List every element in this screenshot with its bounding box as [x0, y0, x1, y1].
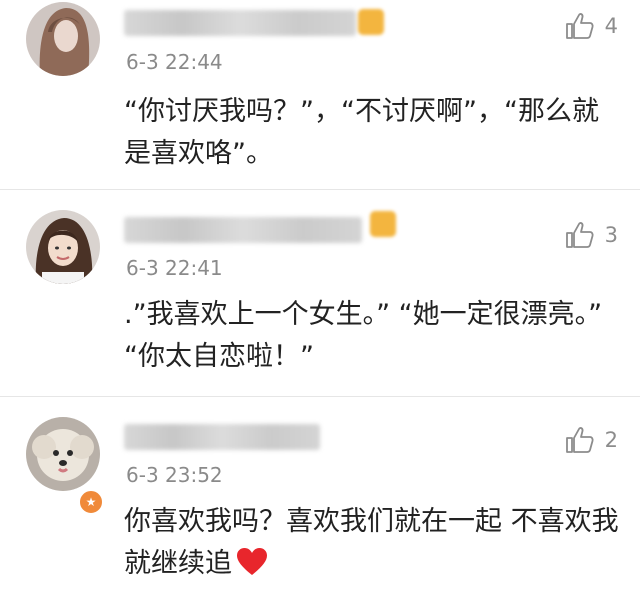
thumbs-up-icon	[565, 13, 594, 39]
vip-crown-icon	[358, 9, 384, 35]
username-blurred[interactable]	[124, 217, 362, 243]
like-button[interactable]: 2	[565, 426, 618, 454]
comment-item: 6-3 22:44 4 “你讨厌我吗？”，“不讨厌啊”，“那么就是喜欢咯”。	[0, 0, 640, 189]
comment-text-body: 你喜欢我吗？喜欢我们就在一起 不喜欢我就继续追	[124, 506, 619, 579]
like-button[interactable]: 4	[565, 12, 618, 40]
comment-timestamp: 6-3 23:52	[126, 463, 223, 487]
like-button[interactable]: 3	[565, 221, 618, 249]
thumbs-up-icon	[565, 222, 594, 248]
comment-text: .”我喜欢上一个女生。” “她一定很漂亮。” “你太自恋啦！”	[124, 299, 603, 372]
comment-timestamp: 6-3 22:41	[126, 256, 223, 280]
like-count: 3	[604, 223, 618, 247]
vip-crown-icon	[370, 211, 396, 237]
avatar-image	[26, 2, 100, 76]
avatar[interactable]	[26, 2, 100, 76]
username-blurred[interactable]	[124, 10, 356, 36]
avatar-image	[26, 417, 100, 491]
verified-badge-icon: ★	[78, 489, 104, 515]
like-count: 2	[604, 428, 618, 452]
username-blurred[interactable]	[124, 424, 320, 450]
comment-timestamp: 6-3 22:44	[126, 50, 223, 74]
comment-item: 6-3 22:41 3 .”我喜欢上一个女生。” “她一定很漂亮。” “你太自恋…	[0, 189, 640, 396]
comment-text: “你讨厌我吗？”，“不讨厌啊”，“那么就是喜欢咯”。	[124, 96, 599, 169]
red-heart-icon	[236, 547, 268, 590]
avatar[interactable]	[26, 417, 100, 491]
thumbs-up-icon	[565, 427, 594, 453]
like-count: 4	[604, 14, 618, 38]
comment-item: ★ 6-3 23:52 2 你喜欢我吗？喜欢我们就在一起 不喜欢我就继续追	[0, 396, 640, 603]
avatar[interactable]	[26, 210, 100, 284]
comment-text: 你喜欢我吗？喜欢我们就在一起 不喜欢我就继续追	[124, 501, 620, 590]
avatar-image	[26, 210, 100, 284]
